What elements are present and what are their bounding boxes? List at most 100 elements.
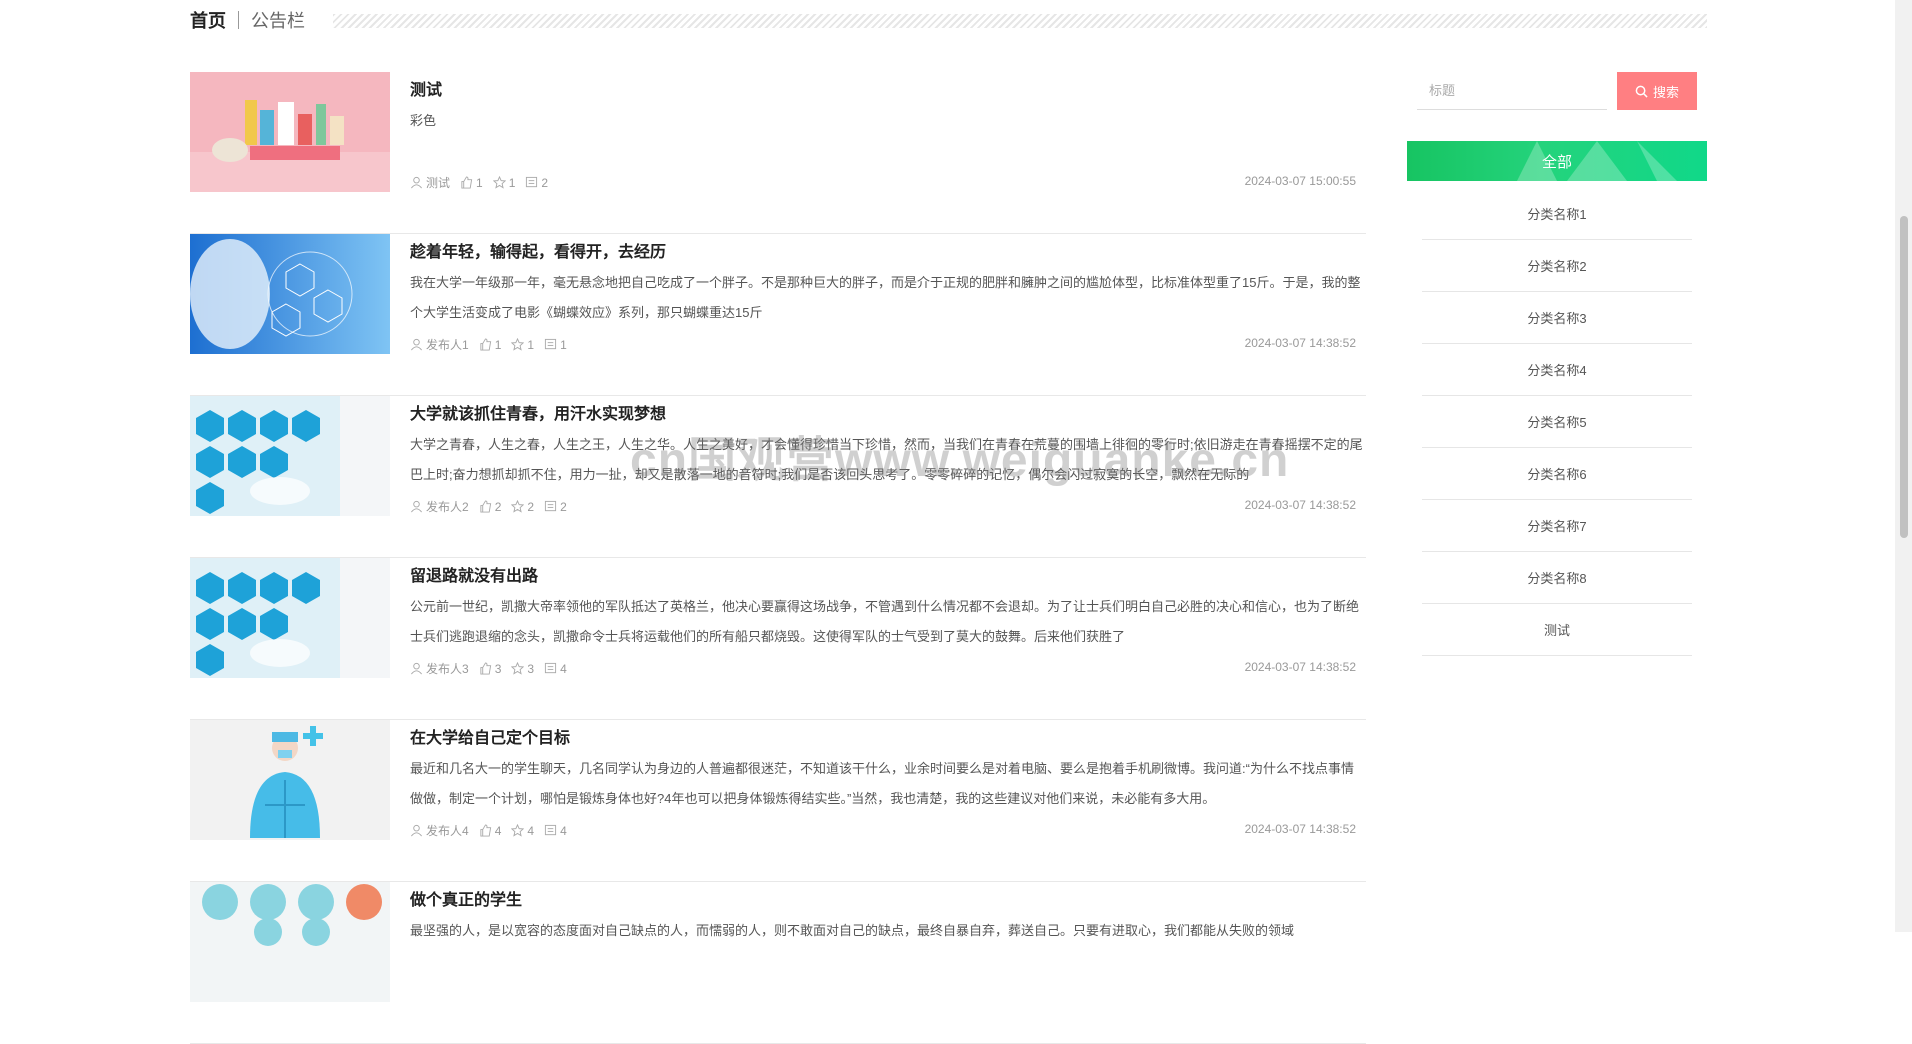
article-summary: 公元前一世纪，凯撒大帝率领他的军队抵达了英格兰，他决心要赢得这场战争，不管遇到什…: [410, 599, 1360, 644]
search-button[interactable]: 搜索: [1617, 72, 1697, 110]
category-item[interactable]: 分类名称4: [1422, 344, 1692, 396]
article-item[interactable]: 留退路就没有出路 公元前一世纪，凯撒大帝率领他的军队抵达了英格兰，他决心要赢得这…: [190, 558, 1366, 720]
star-icon: [511, 338, 525, 351]
like-count: 2: [494, 499, 502, 514]
comment-count: 4: [560, 823, 567, 838]
comment-count: 2: [560, 499, 567, 514]
article-title[interactable]: 测试: [410, 76, 442, 100]
comment-icon: [544, 500, 557, 512]
thumbs-up-icon: [480, 662, 491, 675]
article-item[interactable]: 在大学给自己定个目标 最近和几名大一的学生聊天，几名同学认为身边的人普遍都很迷茫…: [190, 720, 1366, 882]
star-icon: [511, 500, 525, 513]
thumbs-up-icon: [461, 176, 473, 189]
article-meta: 发布人3 3 3 4: [410, 660, 567, 677]
article-likes[interactable]: 2: [479, 499, 502, 514]
category-item[interactable]: 分类名称5: [1422, 396, 1692, 448]
article-item[interactable]: 测试 彩色 测试 1 1 2 2024-03-07 15:00:55: [190, 72, 1366, 234]
user-icon: [411, 176, 422, 189]
article-date: 2024-03-07 15:00:55: [1244, 174, 1356, 188]
article-comments[interactable]: 4: [544, 824, 567, 838]
article-item[interactable]: 做个真正的学生 最坚强的人，是以宽容的态度面对自己缺点的人，而懦弱的人，则不敢面…: [190, 882, 1366, 1044]
comment-icon: [544, 338, 557, 350]
comment-icon: [526, 176, 538, 188]
category-list: 分类名称1 分类名称2 分类名称3 分类名称4 分类名称5 分类名称6 分类名称7 分类名称8…: [1422, 188, 1692, 656]
comment-icon: [544, 824, 557, 836]
category-item[interactable]: 分类名称6: [1422, 448, 1692, 500]
article-item[interactable]: 趁着年轻，输得起，看得开，去经历 我在大学一年级那一年，毫无悬念地把自己吃成了一…: [190, 234, 1366, 396]
like-count: 4: [494, 823, 502, 838]
comment-count: 2: [541, 175, 549, 190]
search-icon: [1635, 85, 1648, 98]
article-author: 发布人3: [410, 660, 469, 677]
comment-count: 4: [560, 661, 567, 676]
category-item[interactable]: 测试: [1422, 604, 1692, 656]
search-title-input[interactable]: [1417, 72, 1607, 110]
comment-count: 1: [560, 337, 567, 352]
article-thumbnail[interactable]: [190, 396, 390, 516]
article-comments[interactable]: 2: [525, 176, 548, 190]
article-likes[interactable]: 4: [479, 823, 502, 838]
article-comments[interactable]: 1: [544, 338, 567, 352]
user-icon: [411, 338, 422, 351]
article-date: 2024-03-07 14:38:52: [1244, 498, 1356, 512]
article-title[interactable]: 大学就该抓住青春，用汗水实现梦想: [410, 400, 666, 424]
star-icon: [492, 176, 506, 189]
category-item[interactable]: 分类名称1: [1422, 188, 1692, 240]
category-item[interactable]: 分类名称7: [1422, 500, 1692, 552]
article-title[interactable]: 留退路就没有出路: [410, 562, 538, 586]
article-title[interactable]: 做个真正的学生: [410, 886, 522, 910]
category-all-header[interactable]: 全部: [1407, 141, 1707, 181]
article-comments[interactable]: 4: [544, 662, 567, 676]
scrollbar[interactable]: [1895, 0, 1912, 932]
comment-icon: [544, 662, 557, 674]
category-item[interactable]: 分类名称8: [1422, 552, 1692, 604]
category-all-label: 全部: [1541, 153, 1572, 171]
author-name: 发布人1: [426, 338, 469, 352]
article-thumbnail[interactable]: [190, 882, 390, 1002]
article-thumbnail[interactable]: [190, 234, 390, 354]
article-stars[interactable]: 3: [511, 662, 534, 676]
star-count: 1: [508, 175, 516, 190]
article-stars[interactable]: 2: [511, 500, 534, 514]
article-likes[interactable]: 1: [479, 337, 502, 352]
thumbs-up-icon: [480, 824, 491, 837]
article-date: 2024-03-07 14:38:52: [1244, 660, 1356, 674]
article-summary: 最坚强的人，是以宽容的态度面对自己缺点的人，而懦弱的人，则不敢面对自己的缺点，最…: [410, 923, 1295, 938]
article-comments[interactable]: 2: [544, 500, 567, 514]
article-date: 2024-03-07 14:38:52: [1244, 336, 1356, 350]
article-stars[interactable]: 1: [492, 175, 516, 190]
article-meta: 发布人2 2 2 2: [410, 498, 567, 515]
star-icon: [511, 662, 525, 675]
like-count: 1: [476, 175, 483, 190]
article-likes[interactable]: 3: [479, 662, 501, 676]
star-count: 3: [527, 661, 535, 676]
article-stars[interactable]: 1: [511, 338, 534, 352]
star-icon: [511, 824, 525, 837]
watermark-text: cn国观营www.weiguanke.cn: [630, 434, 1290, 487]
article-date: 2024-03-07 14:38:52: [1244, 822, 1356, 836]
article-thumbnail[interactable]: [190, 720, 390, 840]
breadcrumb-home-link[interactable]: 首页: [190, 7, 226, 33]
like-count: 1: [494, 337, 502, 352]
article-summary: 彩色: [410, 113, 437, 128]
article-stars[interactable]: 4: [511, 824, 534, 838]
header-decorative-stripe: [333, 14, 1707, 28]
article-meta: 发布人4 4 4 4: [410, 822, 567, 839]
article-thumbnail[interactable]: [190, 558, 390, 678]
article-title[interactable]: 趁着年轻，输得起，看得开，去经历: [410, 238, 666, 262]
article-likes[interactable]: 1: [460, 176, 483, 190]
category-item[interactable]: 分类名称3: [1422, 292, 1692, 344]
user-icon: [411, 662, 422, 675]
category-item[interactable]: 分类名称2: [1422, 240, 1692, 292]
user-icon: [411, 824, 422, 837]
scrollbar-thumb[interactable]: [1900, 216, 1908, 538]
article-author: 测试: [410, 174, 450, 191]
article-author: 发布人4: [410, 822, 469, 839]
article-meta: 测试 1 1 2: [410, 174, 548, 191]
thumbs-up-icon: [480, 500, 491, 513]
article-thumbnail[interactable]: [190, 72, 390, 192]
thumbs-up-icon: [480, 338, 491, 351]
author-name: 发布人3: [426, 662, 469, 676]
star-count: 2: [527, 499, 535, 514]
article-title[interactable]: 在大学给自己定个目标: [410, 724, 570, 748]
